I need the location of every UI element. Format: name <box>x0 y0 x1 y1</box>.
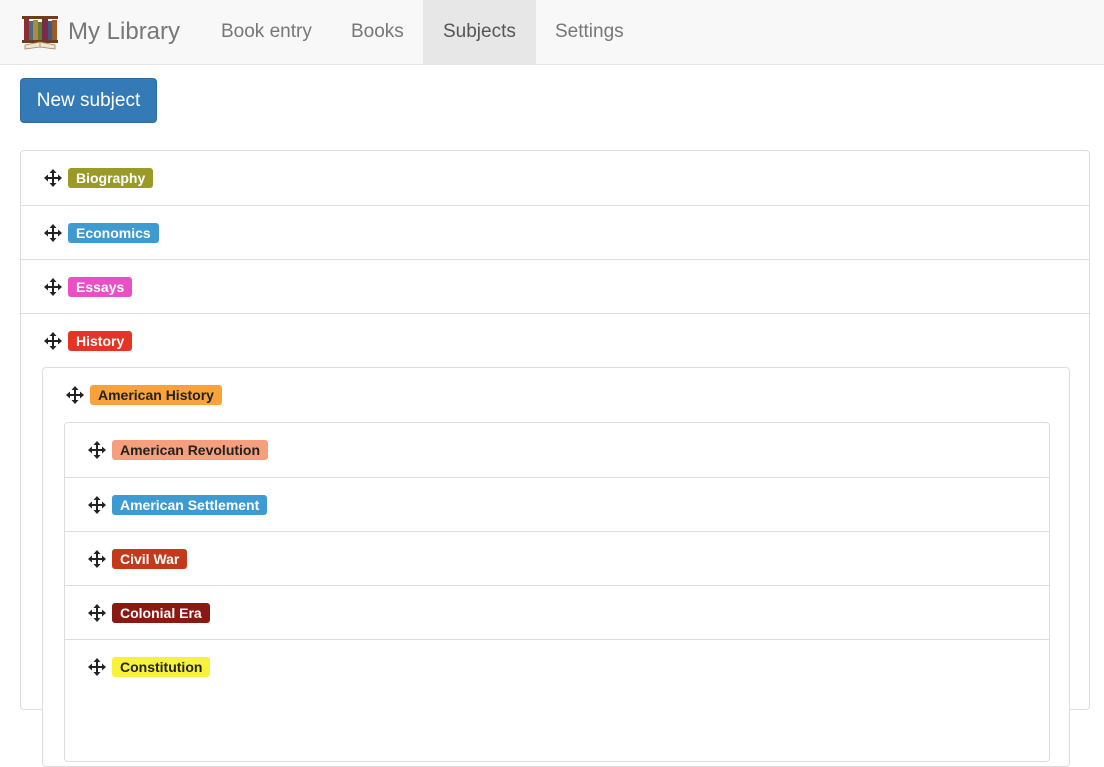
nav-subjects-label: Subjects <box>443 21 516 42</box>
nav-book-entry[interactable]: Book entry <box>201 0 332 64</box>
nav-books-label: Books <box>351 21 404 42</box>
subject-list: Biography Economics Essays History Ameri… <box>20 150 1090 767</box>
subject-label-biography[interactable]: Biography <box>68 168 154 188</box>
nav-books[interactable]: Books <box>331 0 424 64</box>
american-history-children-list: American Revolution American Settlement … <box>64 422 1050 762</box>
subject-label-constitution[interactable]: Constitution <box>112 656 211 677</box>
top-navbar: My Library Book entry Books Subjects Set… <box>0 0 1104 65</box>
subject-label-history[interactable]: History <box>68 330 133 351</box>
subject-row-history: History <box>21 313 1089 367</box>
move-arrows-icon[interactable] <box>87 549 107 569</box>
move-arrows-icon[interactable] <box>43 223 63 243</box>
subject-label-civil-war[interactable]: Civil War <box>112 548 188 569</box>
move-arrows-icon[interactable] <box>43 277 63 297</box>
subject-row-economics: Economics <box>21 205 1089 259</box>
subject-label-colonial-era[interactable]: Colonial Era <box>112 602 210 623</box>
subject-label-essays[interactable]: Essays <box>68 276 133 297</box>
subject-label-economics[interactable]: Economics <box>68 222 159 243</box>
move-arrows-icon[interactable] <box>87 495 107 515</box>
subject-label-american-history[interactable]: American History <box>90 385 222 405</box>
brand-title: My Library <box>68 18 181 45</box>
move-arrows-icon[interactable] <box>65 385 85 405</box>
subject-row-american-revolution: American Revolution <box>65 423 1049 477</box>
move-arrows-icon[interactable] <box>43 331 63 351</box>
brand[interactable]: My Library <box>20 10 180 54</box>
subject-row-essays: Essays <box>21 259 1089 313</box>
move-arrows-icon[interactable] <box>87 440 107 460</box>
move-arrows-icon[interactable] <box>43 168 63 188</box>
bookshelf-logo-icon <box>22 16 58 50</box>
move-arrows-icon[interactable] <box>87 603 107 623</box>
subject-row-civil-war: Civil War <box>65 531 1049 585</box>
nav-book-entry-label: Book entry <box>221 21 312 42</box>
nav-settings-label: Settings <box>555 21 624 42</box>
nav-settings[interactable]: Settings <box>535 0 643 64</box>
move-arrows-icon[interactable] <box>87 657 107 677</box>
subject-row-colonial-era: Colonial Era <box>65 585 1049 639</box>
new-subject-button[interactable]: New subject <box>20 78 157 123</box>
subject-row-american-settlement: American Settlement <box>65 477 1049 531</box>
nav-subjects[interactable]: Subjects <box>423 0 536 64</box>
subject-row-biography: Biography <box>21 151 1089 205</box>
subject-label-american-settlement[interactable]: American Settlement <box>112 494 268 515</box>
subject-row-american-history: American History <box>43 368 1069 422</box>
history-children-list: American History American Revolution Ame… <box>42 367 1070 767</box>
subject-row-constitution: Constitution <box>65 639 1049 693</box>
subject-label-american-revolution[interactable]: American Revolution <box>112 440 269 460</box>
